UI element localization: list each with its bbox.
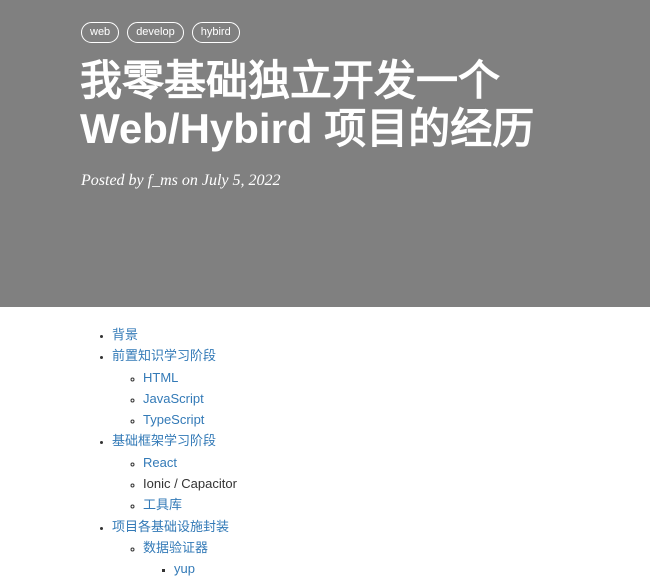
toc-item-ionic-capacitor: Ionic / Capacitor — [143, 473, 650, 494]
toc-sublist-framework: React Ionic / Capacitor 工具库 — [112, 452, 650, 516]
tag-develop[interactable]: develop — [127, 22, 184, 43]
toc-link-prerequisite[interactable]: 前置知识学习阶段 — [112, 348, 216, 363]
post-header: web develop hybird 我零基础独立开发一个 Web/Hybird… — [0, 0, 650, 307]
toc-link-infrastructure[interactable]: 项目各基础设施封装 — [112, 519, 229, 534]
toc-link-background[interactable]: 背景 — [112, 327, 138, 342]
toc-item-yup: yup — [174, 558, 650, 579]
tag-list: web develop hybird — [81, 22, 240, 43]
toc-item-framework: 基础框架学习阶段 React Ionic / Capacitor 工具库 — [112, 430, 650, 515]
toc-item-data-validator: 数据验证器 yup — [143, 537, 650, 580]
toc-link-data-validator[interactable]: 数据验证器 — [143, 540, 208, 555]
toc-sublist-data-validator: yup — [143, 558, 650, 579]
toc-item-react: React — [143, 452, 650, 473]
toc-link-typescript[interactable]: TypeScript — [143, 412, 204, 427]
toc-text-ionic-capacitor: Ionic / Capacitor — [143, 476, 237, 492]
tag-hybird[interactable]: hybird — [191, 22, 240, 43]
toc-item-infrastructure: 项目各基础设施封装 数据验证器 yup — [112, 516, 650, 580]
table-of-contents: 背景 前置知识学习阶段 HTML JavaScript TypeScript 基… — [0, 307, 650, 580]
toc-item-html: HTML — [143, 367, 650, 388]
toc-link-react[interactable]: React — [143, 455, 177, 470]
toc-link-tool-library[interactable]: 工具库 — [143, 497, 182, 512]
post-title: 我零基础独立开发一个 Web/Hybird 项目的经历 — [80, 57, 620, 153]
toc-item-tool-library: 工具库 — [143, 494, 650, 515]
toc-link-javascript[interactable]: JavaScript — [143, 391, 204, 406]
toc-item-background: 背景 — [112, 324, 650, 345]
toc-sublist-infrastructure: 数据验证器 yup — [112, 537, 650, 580]
toc-sublist-prerequisite: HTML JavaScript TypeScript — [112, 367, 650, 431]
toc-item-typescript: TypeScript — [143, 409, 650, 430]
toc-list: 背景 前置知识学习阶段 HTML JavaScript TypeScript 基… — [0, 307, 650, 580]
toc-item-prerequisite: 前置知识学习阶段 HTML JavaScript TypeScript — [112, 345, 650, 430]
post-meta: Posted by f_ms on July 5, 2022 — [81, 172, 281, 189]
tag-web[interactable]: web — [81, 22, 120, 43]
toc-link-html[interactable]: HTML — [143, 370, 178, 385]
toc-link-framework[interactable]: 基础框架学习阶段 — [112, 433, 216, 448]
post-title-line1: 我零基础独立开发一个 — [80, 57, 501, 104]
toc-link-yup[interactable]: yup — [174, 561, 195, 576]
toc-item-javascript: JavaScript — [143, 388, 650, 409]
post-title-line2: Web/Hybird 项目的经历 — [80, 105, 535, 152]
